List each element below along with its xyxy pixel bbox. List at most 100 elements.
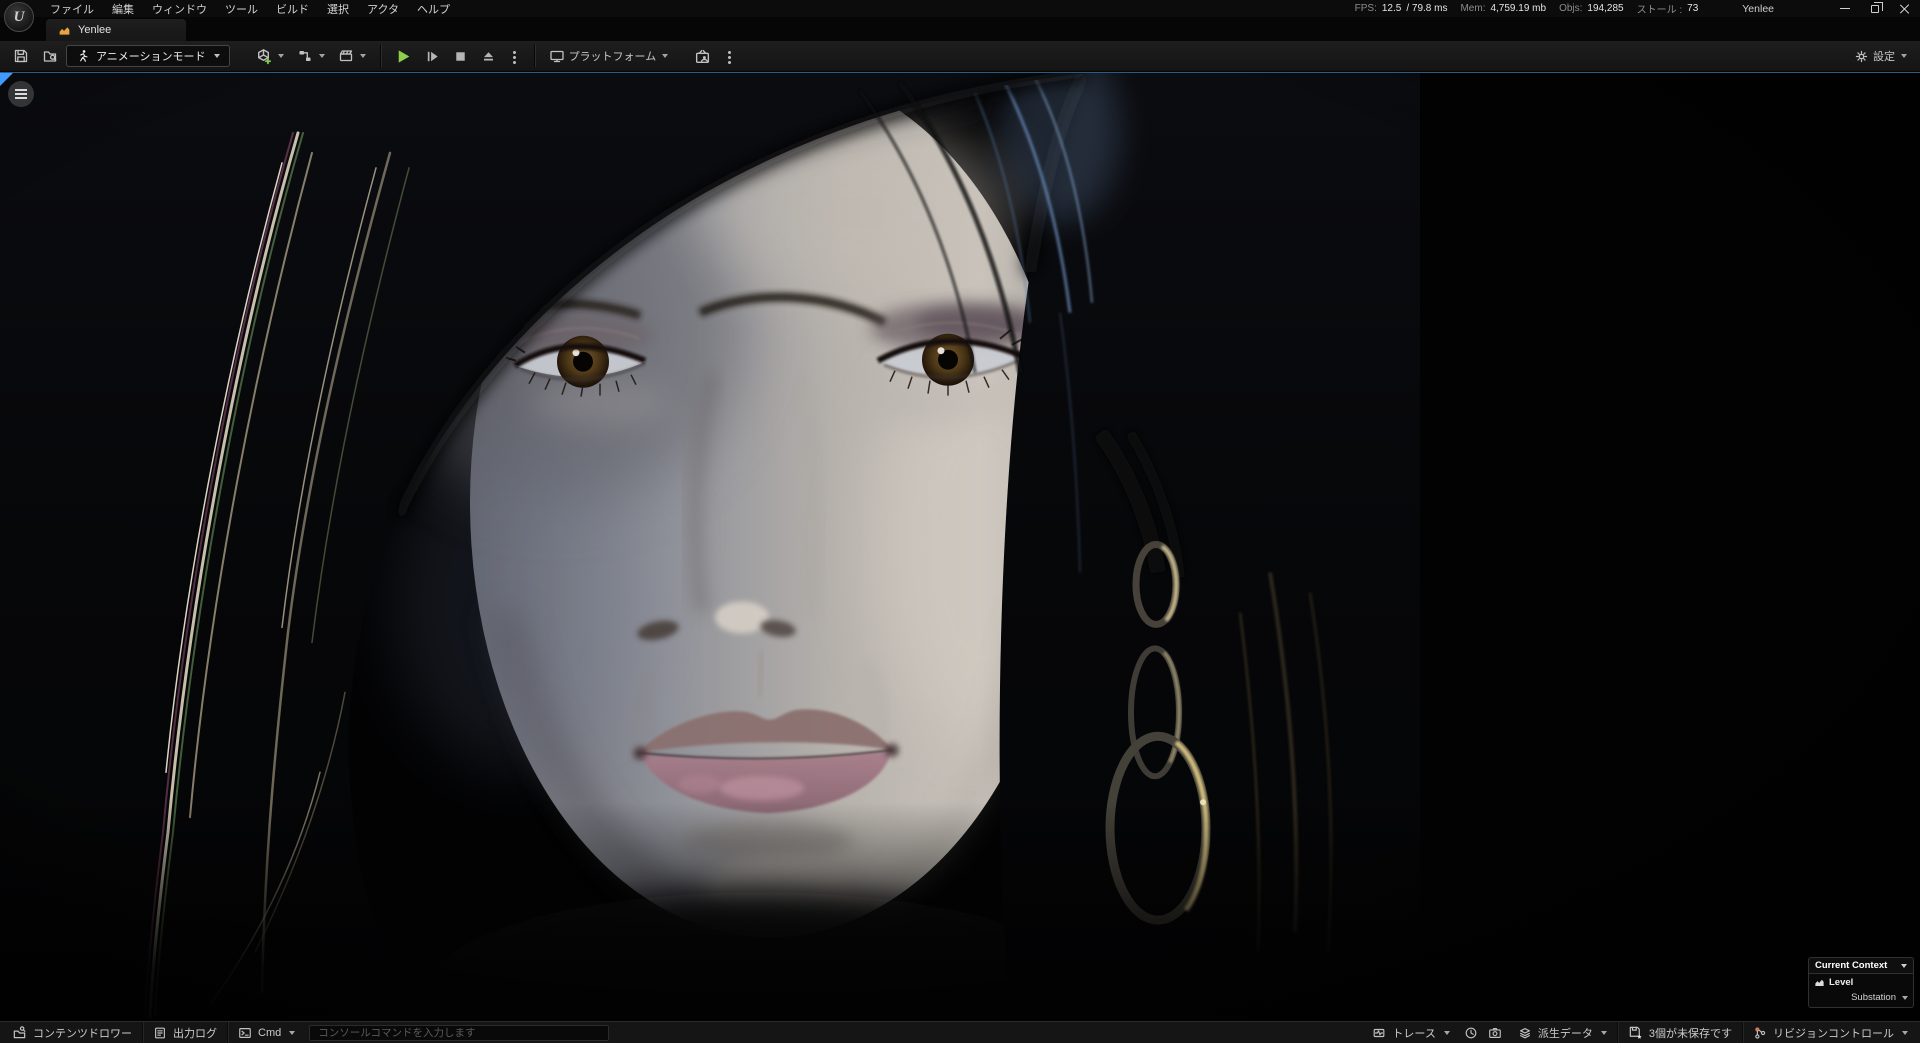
- add-actor-dropdown[interactable]: [250, 44, 289, 68]
- content-drawer-label: コンテンツドロワー: [33, 1025, 132, 1041]
- close-button[interactable]: [1890, 0, 1920, 17]
- chevron-down-icon: [1901, 964, 1907, 968]
- animation-mode-dropdown[interactable]: アニメーションモード: [66, 45, 230, 67]
- content-drawer-button[interactable]: コンテンツドロワー: [2, 1022, 142, 1043]
- menu-actor[interactable]: アクタ: [359, 0, 407, 18]
- cinematics-dropdown[interactable]: [333, 44, 371, 68]
- hamburger-icon: [15, 89, 27, 91]
- menu-select[interactable]: 選択: [319, 0, 357, 18]
- viewport-options-button[interactable]: [8, 81, 34, 107]
- chevron-down-icon: [1902, 996, 1908, 1000]
- settings-dropdown[interactable]: 設定: [1849, 44, 1912, 68]
- play-options-menu[interactable]: [504, 44, 525, 68]
- tab-level-yenlee[interactable]: Yenlee: [46, 19, 186, 41]
- stall-value: 73: [1687, 3, 1698, 14]
- context-sublevel-dropdown[interactable]: Substation: [1814, 992, 1908, 1003]
- menu-file[interactable]: ファイル: [42, 0, 102, 18]
- chevron-down-icon: [1902, 1031, 1908, 1035]
- toolbar-options-menu[interactable]: [719, 44, 740, 68]
- fps-label: FPS:: [1355, 3, 1377, 14]
- menu-help[interactable]: ヘルプ: [409, 0, 458, 18]
- trace-dropdown[interactable]: トレース: [1362, 1022, 1459, 1043]
- vertical-dots-icon: [728, 51, 731, 54]
- chevron-down-icon: [1601, 1031, 1607, 1035]
- output-log-label: 出力ログ: [173, 1025, 217, 1041]
- output-log-button[interactable]: 出力ログ: [143, 1022, 227, 1043]
- derived-data-icon: [1518, 1026, 1532, 1040]
- skip-button[interactable]: [420, 44, 445, 68]
- level-viewport[interactable]: Current Context Level Substation: [0, 72, 1920, 1021]
- cinematics-icon: [338, 48, 354, 64]
- menu-edit[interactable]: 編集: [104, 0, 142, 18]
- hamburger-icon: [15, 93, 27, 95]
- save-button[interactable]: [8, 44, 34, 68]
- menu-bar: U ファイル 編集 ウィンドウ ツール ビルド 選択 アクタ ヘルプ FPS:1…: [0, 0, 1920, 17]
- unsaved-changes-button[interactable]: 3個が未保存です: [1618, 1022, 1742, 1043]
- stop-icon: [453, 49, 468, 64]
- unsaved-changes-label: 3個が未保存です: [1649, 1025, 1732, 1041]
- level-icon: [1814, 977, 1825, 988]
- objs-label: Objs:: [1559, 3, 1582, 14]
- vertical-dots-icon: [513, 51, 516, 54]
- window-controls: [1830, 0, 1920, 17]
- restore-button[interactable]: [1860, 0, 1890, 17]
- save-icon: [13, 48, 29, 64]
- performance-stats: FPS:12.5/ 79.8 ms Mem:4,759.19 mb Objs:1…: [1355, 1, 1699, 16]
- mem-label: Mem:: [1460, 3, 1485, 14]
- eject-button[interactable]: [476, 44, 501, 68]
- derived-data-label: 派生データ: [1538, 1025, 1593, 1041]
- content-browser-icon: [42, 48, 58, 64]
- current-context-overlay: Current Context Level Substation: [1808, 957, 1914, 1008]
- menu-build[interactable]: ビルド: [268, 0, 317, 18]
- add-cube-icon: [255, 48, 272, 65]
- level-icon: [58, 24, 71, 37]
- animation-mode-icon: [76, 49, 90, 63]
- minimize-icon: [1840, 8, 1850, 10]
- content-browser-button[interactable]: [37, 44, 63, 68]
- cmd-dropdown[interactable]: Cmd: [228, 1022, 305, 1043]
- skip-icon: [425, 49, 440, 64]
- play-button[interactable]: [390, 44, 417, 68]
- menu-window[interactable]: ウィンドウ: [144, 0, 215, 18]
- console-command-input[interactable]: [309, 1025, 609, 1041]
- derived-data-dropdown[interactable]: 派生データ: [1508, 1022, 1617, 1043]
- unreal-editor-window: U ファイル 編集 ウィンドウ ツール ビルド 選択 アクタ ヘルプ FPS:1…: [0, 0, 1920, 1043]
- unreal-logo-icon[interactable]: U: [4, 2, 34, 32]
- menu-tools[interactable]: ツール: [217, 0, 266, 18]
- stop-button[interactable]: [448, 44, 473, 68]
- insights-session-button[interactable]: [1460, 1022, 1482, 1043]
- main-toolbar: アニメーションモード: [0, 41, 1920, 72]
- revision-control-dropdown[interactable]: リビジョンコントロール: [1743, 1022, 1918, 1043]
- screenshot-button[interactable]: [1482, 1022, 1508, 1043]
- chevron-down-icon: [360, 54, 366, 58]
- asset-tab-bar: Yenlee: [0, 17, 1920, 41]
- animation-mode-label: アニメーションモード: [96, 48, 206, 64]
- mem-value: 4,759.19 mb: [1490, 3, 1546, 14]
- camera-icon: [1488, 1026, 1502, 1040]
- minimize-button[interactable]: [1830, 0, 1860, 17]
- play-icon: [395, 48, 412, 65]
- main-menus: ファイル 編集 ウィンドウ ツール ビルド 選択 アクタ ヘルプ: [42, 0, 458, 18]
- platforms-dropdown[interactable]: プラットフォーム: [544, 44, 674, 68]
- viewport-render: [0, 73, 1920, 1021]
- stall-label: ストール :: [1637, 1, 1683, 16]
- current-context-header[interactable]: Current Context: [1808, 957, 1914, 974]
- trace-label: トレース: [1392, 1025, 1435, 1041]
- chevron-down-icon: [662, 54, 668, 58]
- blueprints-dropdown[interactable]: [292, 44, 330, 68]
- restore-icon: [1871, 5, 1879, 13]
- eject-icon: [481, 49, 496, 64]
- context-level-row[interactable]: Level: [1814, 977, 1908, 988]
- window-title: Yenlee: [1742, 3, 1774, 15]
- platforms-label: プラットフォーム: [569, 48, 657, 64]
- blueprints-icon: [297, 48, 313, 64]
- settings-label: 設定: [1873, 48, 1895, 64]
- revision-control-label: リビジョンコントロール: [1773, 1025, 1894, 1041]
- output-log-icon: [153, 1026, 167, 1040]
- cmd-label: Cmd: [258, 1027, 281, 1039]
- capture-tool-button[interactable]: [689, 44, 716, 68]
- toolbar-separator: [380, 45, 381, 67]
- close-icon: [1900, 4, 1910, 14]
- trace-icon: [1372, 1026, 1386, 1040]
- chevron-down-icon: [289, 1031, 295, 1035]
